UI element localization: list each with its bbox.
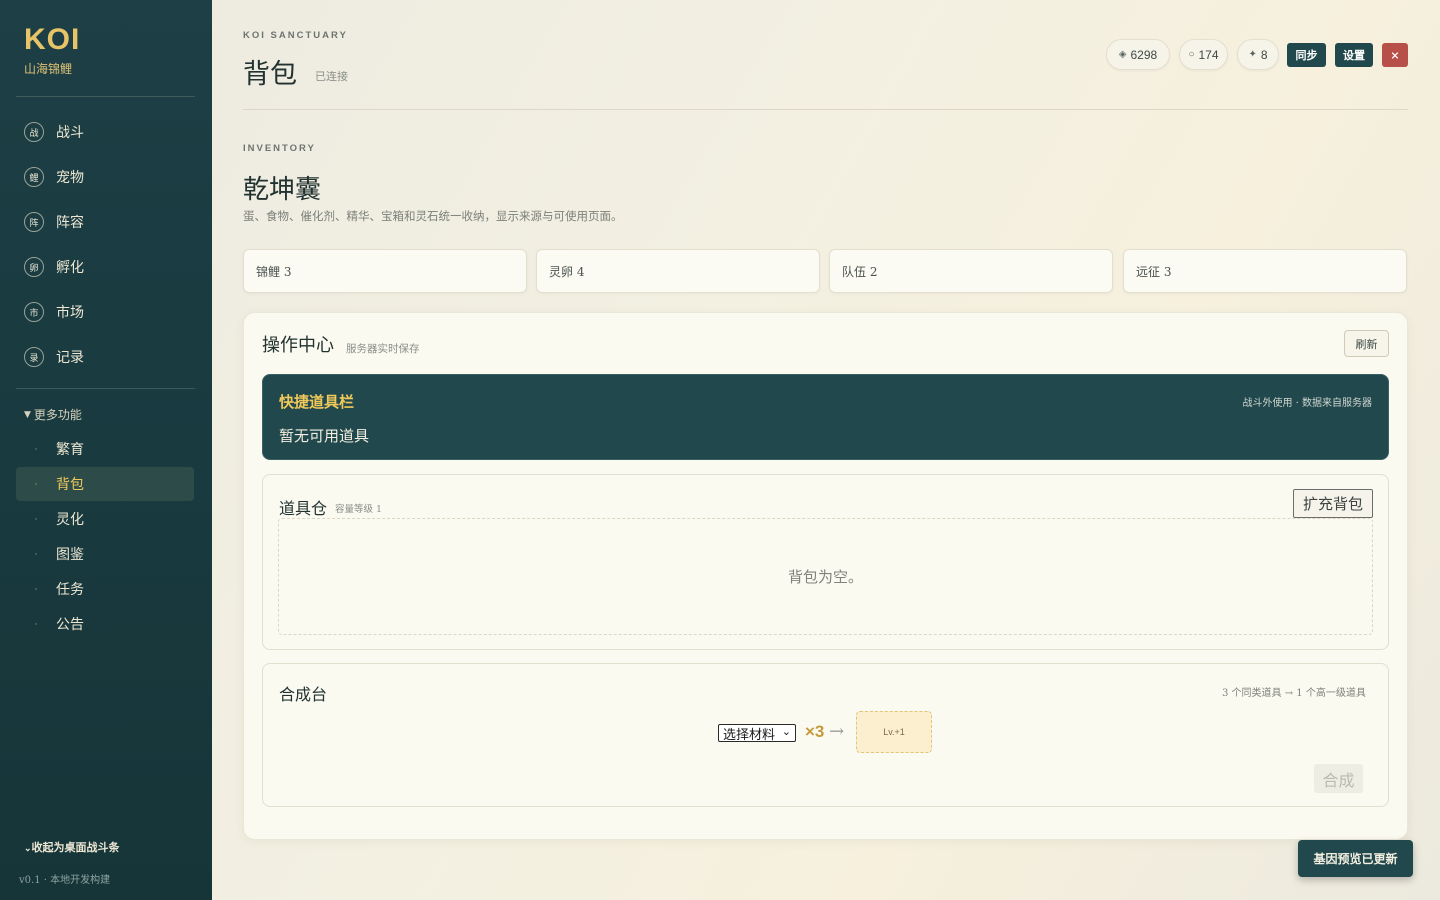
close-button[interactable]: × <box>1382 43 1408 67</box>
nav-item-hatch[interactable]: 卵 孵化 <box>24 255 84 279</box>
stat-card-team: 队伍 2 <box>829 249 1113 293</box>
triangle-down-icon: ▼ <box>24 409 31 420</box>
sub-item-label: 任务 <box>56 582 84 598</box>
sub-item-label: 公告 <box>56 617 84 633</box>
sub-item-label: 繁育 <box>56 442 84 458</box>
sidebar: KOI 山海锦鲤 战 战斗 鲤 宠物 阵 阵容 卵 孵化 市 市场 录 记录 ▼… <box>0 0 212 900</box>
crafting-title: 合成台 <box>279 685 328 704</box>
nav-label: 记录 <box>56 350 84 366</box>
sidebar-divider <box>16 96 195 97</box>
combine-button[interactable]: 合成 <box>1314 764 1363 793</box>
diamond-icon: ◈ <box>1118 49 1127 60</box>
ring-icon: ○ <box>1188 49 1195 60</box>
section-eyebrow: INVENTORY <box>243 143 316 154</box>
quickbar-title: 快捷道具栏 <box>279 393 355 411</box>
more-features-toggle[interactable]: ▼ 更多功能 <box>24 406 82 423</box>
arrow-right-icon: → <box>829 721 845 742</box>
brand: KOI 山海锦鲤 <box>24 24 80 77</box>
section-description: 蛋、食物、催化剂、精华、宝箱和灵石统一收纳，显示来源与可使用页面。 <box>243 209 623 223</box>
nav-item-records[interactable]: 录 记录 <box>24 345 84 369</box>
operations-title: 操作中心 <box>262 335 334 356</box>
chevron-down-icon: ⌄ <box>24 844 32 854</box>
section-title: 乾坤囊 <box>243 175 322 205</box>
toast-notification: 基因预览已更新 <box>1298 840 1413 877</box>
warehouse-title: 道具仓 <box>279 499 328 518</box>
collapse-label: 收起为桌面战斗条 <box>31 841 120 854</box>
header-eyebrow: KOI SANCTUARY <box>243 30 348 41</box>
egg-icon: 卵 <box>24 257 44 277</box>
sidebar-divider <box>16 388 195 389</box>
brand-subtitle: 山海锦鲤 <box>24 62 73 76</box>
currency-coins: ○ 174 <box>1179 39 1228 70</box>
version-label: v0.1 · 本地开发构建 <box>19 875 111 886</box>
sidebar-item-inventory[interactable]: · 背包 <box>16 467 194 501</box>
currency-stars: ✦ 8 <box>1237 39 1279 70</box>
stat-card-eggs: 灵卵 4 <box>536 249 820 293</box>
sidebar-item-codex[interactable]: · 图鉴 <box>16 537 194 571</box>
quickbar-empty-text: 暂无可用道具 <box>279 427 370 445</box>
settings-button[interactable]: 设置 <box>1335 43 1373 67</box>
battle-icon: 战 <box>24 122 44 142</box>
nav-label: 孵化 <box>56 260 84 276</box>
formation-icon: 阵 <box>24 212 44 232</box>
more-features-label: 更多功能 <box>33 408 82 422</box>
bullet-icon: · <box>34 549 38 559</box>
header-divider <box>243 109 1408 110</box>
expand-inventory-button[interactable]: 扩充背包 <box>1293 489 1373 518</box>
bullet-icon: · <box>34 619 38 629</box>
warehouse-capacity: 容量等级 1 <box>335 504 383 515</box>
sub-item-label: 灵化 <box>56 512 84 528</box>
nav-label: 战斗 <box>56 125 84 141</box>
koi-icon: 鲤 <box>24 167 44 187</box>
nav-label: 市场 <box>56 305 84 321</box>
crafting-rule: 3 个同类道具 → 1 个高一级道具 <box>1222 688 1366 699</box>
crafting-station <box>262 663 1389 807</box>
connection-status: 已连接 <box>315 70 348 83</box>
craft-result-slot: Lv.+1 <box>856 711 932 753</box>
nav-item-pets[interactable]: 鲤 宠物 <box>24 165 84 189</box>
currency-value: 174 <box>1198 47 1219 62</box>
nav-item-lineup[interactable]: 阵 阵容 <box>24 210 84 234</box>
currency-gems: ◈ 6298 <box>1106 39 1170 70</box>
operations-subtitle: 服务器实时保存 <box>346 343 420 355</box>
bullet-icon: · <box>34 514 38 524</box>
chevron-down-icon: ⌄ <box>781 725 791 738</box>
refresh-button[interactable]: 刷新 <box>1344 330 1389 357</box>
currency-value: 8 <box>1260 47 1268 62</box>
nav-item-market[interactable]: 市 市场 <box>24 300 84 324</box>
bullet-icon: · <box>34 479 38 489</box>
sync-button[interactable]: 同步 <box>1287 43 1326 67</box>
nav-label: 阵容 <box>56 215 84 231</box>
sparkle-icon: ✦ <box>1248 49 1257 60</box>
market-icon: 市 <box>24 302 44 322</box>
quick-item-bar <box>262 374 1389 460</box>
sidebar-item-quests[interactable]: · 任务 <box>16 572 194 606</box>
inventory-empty-state: 背包为空。 <box>278 518 1373 635</box>
nav-label: 宠物 <box>56 170 84 186</box>
collapse-to-battle-bar-link[interactable]: ⌄收起为桌面战斗条 <box>24 839 120 855</box>
brand-logo: KOI <box>24 23 81 56</box>
bullet-icon: · <box>34 584 38 594</box>
quickbar-meta: 战斗外使用 · 数据来自服务器 <box>1242 398 1372 409</box>
bullet-icon: · <box>34 444 38 454</box>
sidebar-item-announcements[interactable]: · 公告 <box>16 607 194 641</box>
page-title: 背包 <box>243 59 297 90</box>
record-icon: 录 <box>24 347 44 367</box>
nav-item-battle[interactable]: 战 战斗 <box>24 120 84 144</box>
stat-card-expedition: 远征 3 <box>1123 249 1407 293</box>
sidebar-item-spiritize[interactable]: · 灵化 <box>16 502 194 536</box>
sub-item-label: 背包 <box>56 477 84 493</box>
material-select[interactable]: 选择材料 ⌄ <box>718 724 796 743</box>
stat-card-koi: 锦鲤 3 <box>243 249 527 293</box>
currency-value: 6298 <box>1130 47 1158 62</box>
sub-item-label: 图鉴 <box>56 547 84 563</box>
sidebar-item-breeding[interactable]: · 繁育 <box>16 432 194 466</box>
material-select-value: 选择材料 <box>723 727 776 743</box>
multiplier-label: ×3 <box>805 722 825 741</box>
